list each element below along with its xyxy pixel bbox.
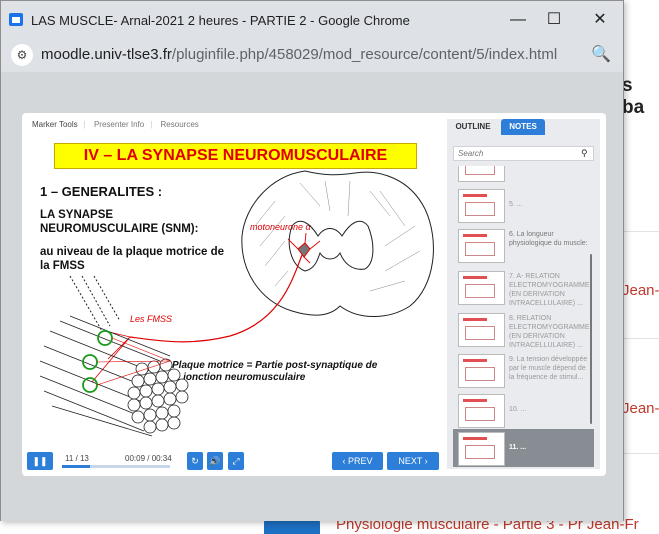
background-link-fragment[interactable]: Jean-Fr	[622, 282, 659, 299]
outline-item[interactable]: 8. RELATION ELECTROMYOGRAMME (EN DERIVAT…	[453, 310, 594, 350]
background-heading-fragment: s ba	[622, 75, 645, 118]
spinal-cord-outline	[241, 170, 434, 317]
site-info-icon[interactable]: ⚙	[11, 44, 33, 66]
outline-item-label: 11. ...	[509, 444, 527, 451]
close-button[interactable]: ✕	[589, 9, 611, 31]
minimize-button[interactable]: —	[507, 9, 529, 31]
dotted-fiber-lines	[69, 275, 121, 332]
outline-item[interactable]: 7. A- RELATION ELECTROMYOGRAMME (EN DERI…	[453, 268, 594, 308]
slide-thumbnail	[458, 394, 505, 428]
outline-item-label: 6. La longueur physiologique du muscle:	[509, 231, 588, 247]
outline-item-label: 8. RELATION ELECTROMYOGRAMME (EN DERIVAT…	[509, 315, 590, 349]
outline-item[interactable]: 9. La tension développée par le muscle d…	[453, 351, 594, 391]
url-host: moodle.univ-tlse3.fr	[41, 46, 172, 63]
background-divider	[622, 453, 659, 454]
tab-outline[interactable]: OUTLINE	[447, 119, 499, 135]
slide-thumbnail	[458, 354, 505, 388]
white-matter-hatch	[254, 180, 421, 292]
url-text[interactable]: moodle.univ-tlse3.fr/pluginfile.php/4580…	[41, 46, 557, 63]
outline-item[interactable]: 10. ...	[453, 391, 594, 429]
outline-search: ⚲	[453, 146, 594, 161]
slide-counter: 11 / 13	[65, 454, 89, 463]
muscle-fiber-bundle	[39, 315, 189, 437]
chrome-app-icon	[9, 13, 23, 26]
window-title: LAS MUSCLE- Arnal-2021 2 heures - PARTIE…	[31, 13, 410, 28]
outline-item-label: 5. ...	[509, 201, 523, 208]
search-icon[interactable]: ⚲	[581, 148, 588, 159]
outline-item-label: 10. ...	[509, 406, 527, 413]
pause-button[interactable]: ❚❚	[27, 452, 53, 470]
search-input[interactable]	[454, 147, 578, 160]
tab-resources[interactable]: Resources	[161, 120, 199, 129]
outline-item-label: 9. La tension développée par le muscle d…	[509, 356, 588, 381]
motoneuron-cell-body	[297, 242, 311, 258]
slide-thumbnail	[458, 166, 505, 182]
seek-bar[interactable]	[62, 465, 170, 468]
outline-item[interactable]: 5. ...	[453, 186, 594, 224]
outline-item[interactable]: 6. La longueur physiologique du muscle:	[453, 226, 594, 266]
slide-thumbnail	[458, 432, 505, 466]
background-divider	[622, 338, 659, 339]
outline-item[interactable]	[453, 166, 594, 185]
tab-presenter-info[interactable]: Presenter Info	[94, 120, 144, 129]
url-path: /pluginfile.php/458029/mod_resource/cont…	[171, 46, 558, 63]
outline-list: 5. ... 6. La longueur physiologique du m…	[453, 166, 594, 469]
background-divider	[622, 231, 659, 232]
volume-button[interactable]: 🔊	[207, 452, 223, 470]
slide-thumbnail	[458, 189, 505, 223]
slide-illustration	[39, 170, 434, 437]
motor-axon	[129, 254, 303, 343]
zoom-icon[interactable]: 🔍	[591, 44, 611, 64]
replay-button[interactable]: ↻	[187, 452, 203, 470]
maximize-button[interactable]: ☐	[543, 9, 565, 31]
slide-thumbnail	[458, 313, 505, 347]
outline-scrollbar[interactable]	[590, 254, 592, 424]
side-tabs: OUTLINE NOTES	[447, 119, 600, 135]
player-top-tabs: Marker Tools | Presenter Info | Resources	[32, 120, 199, 129]
tab-notes[interactable]: NOTES	[501, 119, 545, 135]
tab-marker-tools[interactable]: Marker Tools	[32, 120, 78, 129]
outline-item-label: 7. A- RELATION ELECTROMYOGRAMME (EN DERI…	[509, 273, 590, 307]
slide-thumbnail	[458, 271, 505, 305]
outline-item-selected[interactable]: 11. ...	[453, 429, 594, 467]
next-button[interactable]: NEXT ›	[387, 452, 439, 470]
seek-bar-fill	[62, 465, 91, 468]
time-counter: 00:09 / 00:34	[125, 454, 172, 463]
background-link-fragment[interactable]: Jean-Fr	[622, 400, 659, 417]
slide-thumbnail	[458, 229, 505, 263]
address-bar[interactable]: ⚙ moodle.univ-tlse3.fr/pluginfile.php/45…	[1, 39, 623, 71]
title-bar: LAS MUSCLE- Arnal-2021 2 heures - PARTIE…	[1, 1, 623, 39]
prev-button[interactable]: ‹ PREV	[332, 452, 383, 470]
fullscreen-button[interactable]: ⤢	[228, 452, 244, 470]
